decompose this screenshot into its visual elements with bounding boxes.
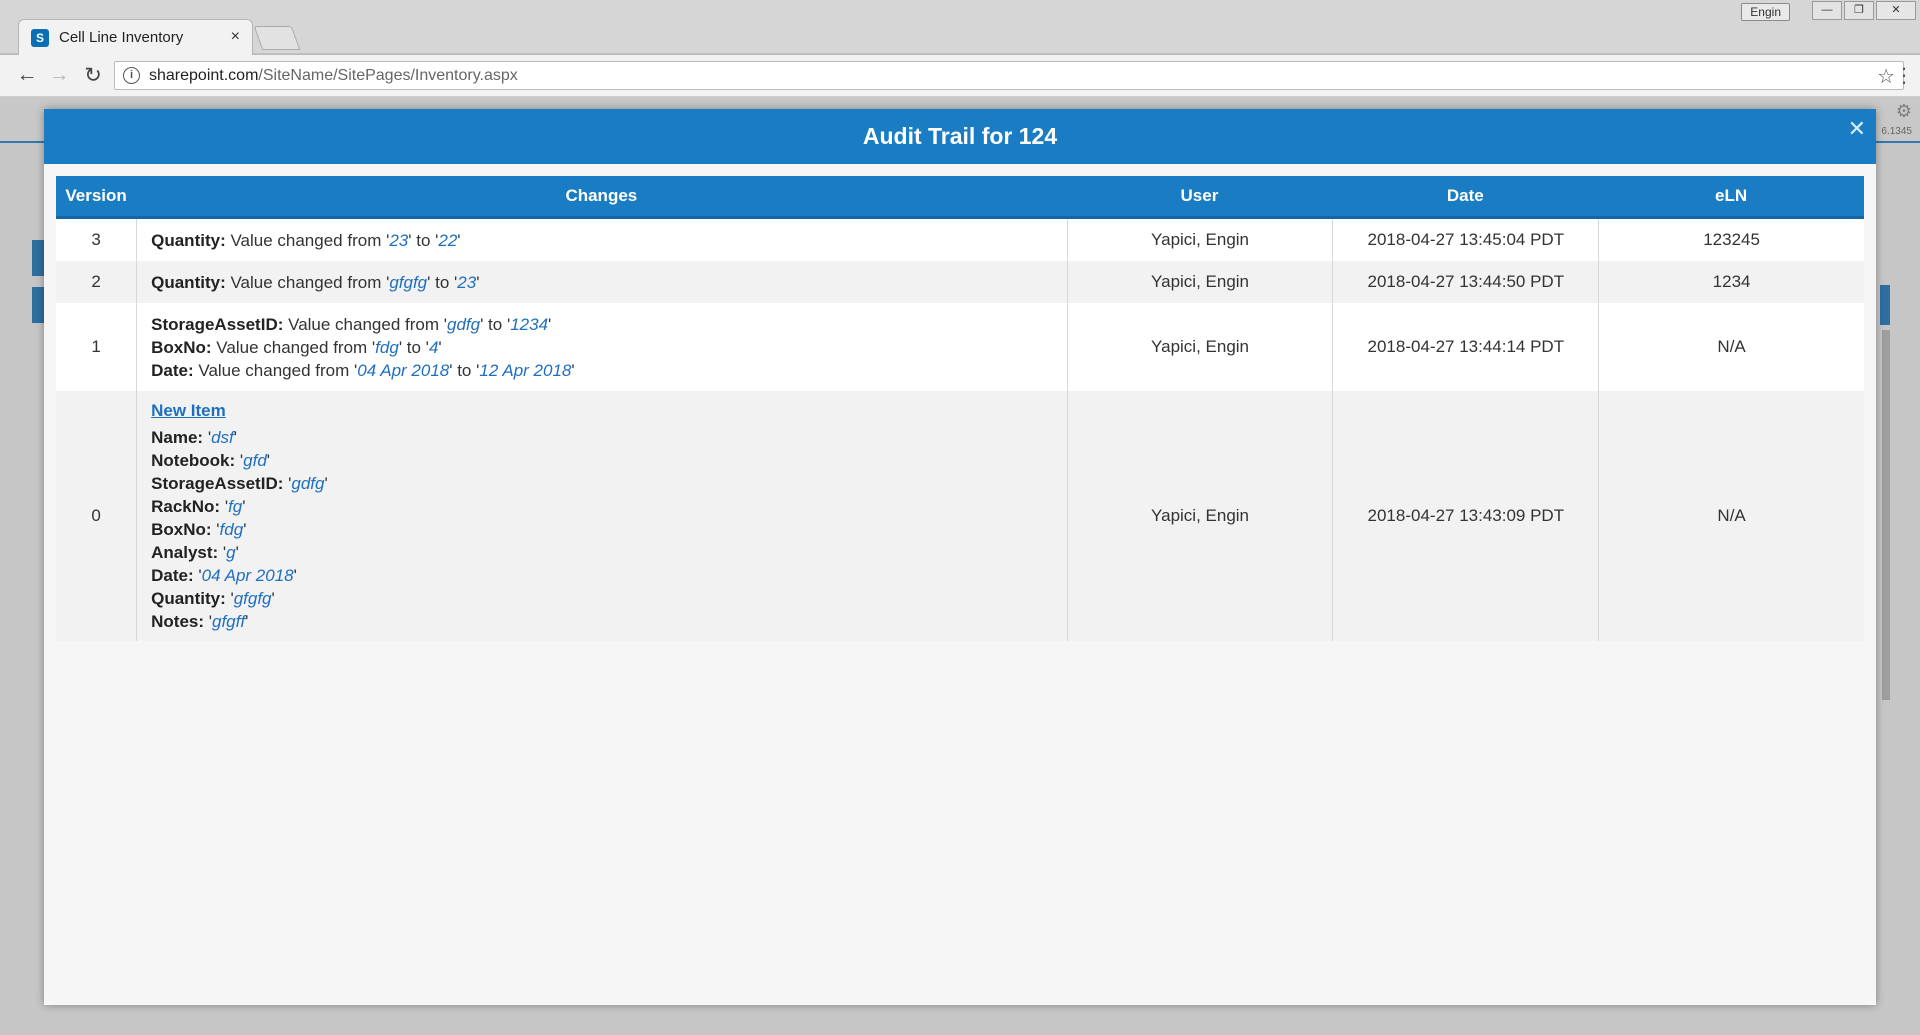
new-tab-button[interactable]: [253, 26, 301, 50]
audit-trail-modal: Audit Trail for 124 ✕ Version Changes Us…: [44, 109, 1876, 1005]
change-line: BoxNo: Value changed from 'fdg' to '4': [151, 337, 442, 357]
field-line: StorageAssetID: 'gdfg': [151, 474, 328, 493]
cell-version: 3: [91, 230, 101, 249]
window-controls: — ❐ ✕: [1812, 1, 1916, 20]
cell-user: Yapici, Engin: [1066, 219, 1333, 261]
table-header-row: Version Changes User Date eLN: [56, 176, 1864, 219]
browser-toolbar: ← → ↻ i sharepoint.com/SiteName/SitePage…: [0, 55, 1920, 97]
cell-date: 2018-04-27 13:45:04 PDT: [1332, 219, 1598, 261]
cell-version: 2: [91, 272, 101, 291]
field-line: Notebook: 'gfd': [151, 451, 271, 470]
url-text: sharepoint.com/SiteName/SitePages/Invent…: [149, 67, 518, 85]
field-line: RackNo: 'fg': [151, 497, 246, 516]
minimize-button[interactable]: —: [1812, 1, 1842, 20]
change-line: StorageAssetID: Value changed from 'gdfg…: [151, 314, 552, 334]
cell-changes: Quantity: Value changed from 'gfgfg' to …: [136, 261, 1067, 303]
cell-changes: New Item Name: 'dsf' Notebook: 'gfd' Sto…: [136, 391, 1067, 641]
cell-eln: 1234: [1598, 261, 1864, 303]
cell-date: 2018-04-27 13:43:09 PDT: [1332, 391, 1598, 641]
table-row: 1 StorageAssetID: Value changed from 'gd…: [56, 303, 1864, 391]
tab-close-icon[interactable]: ×: [231, 28, 240, 46]
cell-user: Yapici, Engin: [1066, 303, 1333, 391]
col-header-version: Version: [65, 186, 127, 205]
url-path: /SiteName/SitePages/Inventory.aspx: [258, 67, 518, 84]
cell-eln: N/A: [1598, 391, 1864, 641]
audit-table: Version Changes User Date eLN 3 Quantity…: [56, 176, 1864, 641]
forward-arrow-icon[interactable]: →: [46, 63, 72, 87]
cell-changes: Quantity: Value changed from '23' to '22…: [136, 219, 1067, 261]
back-arrow-icon[interactable]: ←: [14, 63, 40, 87]
profile-chip[interactable]: Engin: [1741, 3, 1790, 21]
field-line: Analyst: 'g': [151, 543, 239, 562]
close-icon[interactable]: ✕: [1848, 109, 1866, 149]
change-line: Quantity: Value changed from 'gfgfg' to …: [151, 272, 480, 292]
cell-date: 2018-04-27 13:44:50 PDT: [1332, 261, 1598, 303]
maximize-button[interactable]: ❐: [1844, 1, 1874, 20]
table-row: 2 Quantity: Value changed from 'gfgfg' t…: [56, 261, 1864, 303]
cell-user: Yapici, Engin: [1066, 261, 1333, 303]
table-row: 0 New Item Name: 'dsf' Notebook: 'gfd' S…: [56, 391, 1864, 641]
url-host: sharepoint.com: [149, 67, 259, 84]
modal-title: Audit Trail for 124: [862, 123, 1058, 149]
col-header-eln: eLN: [1715, 186, 1748, 205]
cell-date: 2018-04-27 13:44:14 PDT: [1332, 303, 1598, 391]
browser-menu-icon[interactable]: ⋮: [1894, 63, 1914, 88]
cell-user: Yapici, Engin: [1066, 391, 1333, 641]
window-close-button[interactable]: ✕: [1876, 1, 1916, 20]
field-line: Date: '04 Apr 2018': [151, 566, 297, 585]
background-edge: [1880, 285, 1890, 325]
table-row: 3 Quantity: Value changed from '23' to '…: [56, 219, 1864, 261]
cell-changes: StorageAssetID: Value changed from 'gdfg…: [136, 303, 1067, 391]
settings-gear-icon: ⚙: [1895, 101, 1912, 121]
change-line: Quantity: Value changed from '23' to '22…: [151, 230, 461, 250]
site-info-icon[interactable]: i: [123, 67, 140, 84]
field-line: Notes: 'gfgff': [151, 612, 249, 631]
browser-title-bar: Engin — ❐ ✕ S Cell Line Inventory ×: [0, 0, 1920, 55]
col-header-date: Date: [1446, 186, 1484, 205]
browser-tab[interactable]: S Cell Line Inventory ×: [18, 19, 253, 55]
reload-icon[interactable]: ↻: [80, 63, 106, 88]
address-bar[interactable]: i sharepoint.com/SiteName/SitePages/Inve…: [114, 61, 1904, 90]
sharepoint-favicon-icon: S: [31, 29, 49, 47]
field-line: Quantity: 'gfgfg': [151, 589, 275, 608]
change-line: Date: Value changed from '04 Apr 2018' t…: [151, 360, 575, 380]
field-line: BoxNo: 'fdg': [151, 520, 247, 539]
field-line: Name: 'dsf': [151, 428, 237, 447]
bookmark-star-icon[interactable]: ☆: [1877, 64, 1895, 89]
background-scrollbar: [1882, 330, 1890, 700]
modal-header: Audit Trail for 124 ✕: [44, 109, 1876, 164]
cell-version: 0: [91, 506, 101, 525]
cell-eln: 123245: [1598, 219, 1864, 261]
tab-title: Cell Line Inventory: [59, 29, 184, 46]
new-item-link[interactable]: New Item: [151, 399, 226, 422]
cell-eln: N/A: [1598, 303, 1864, 391]
page-number: 6.1345: [1881, 126, 1912, 137]
col-header-changes: Changes: [565, 186, 638, 205]
cell-version: 1: [91, 337, 101, 356]
col-header-user: User: [1180, 186, 1219, 205]
